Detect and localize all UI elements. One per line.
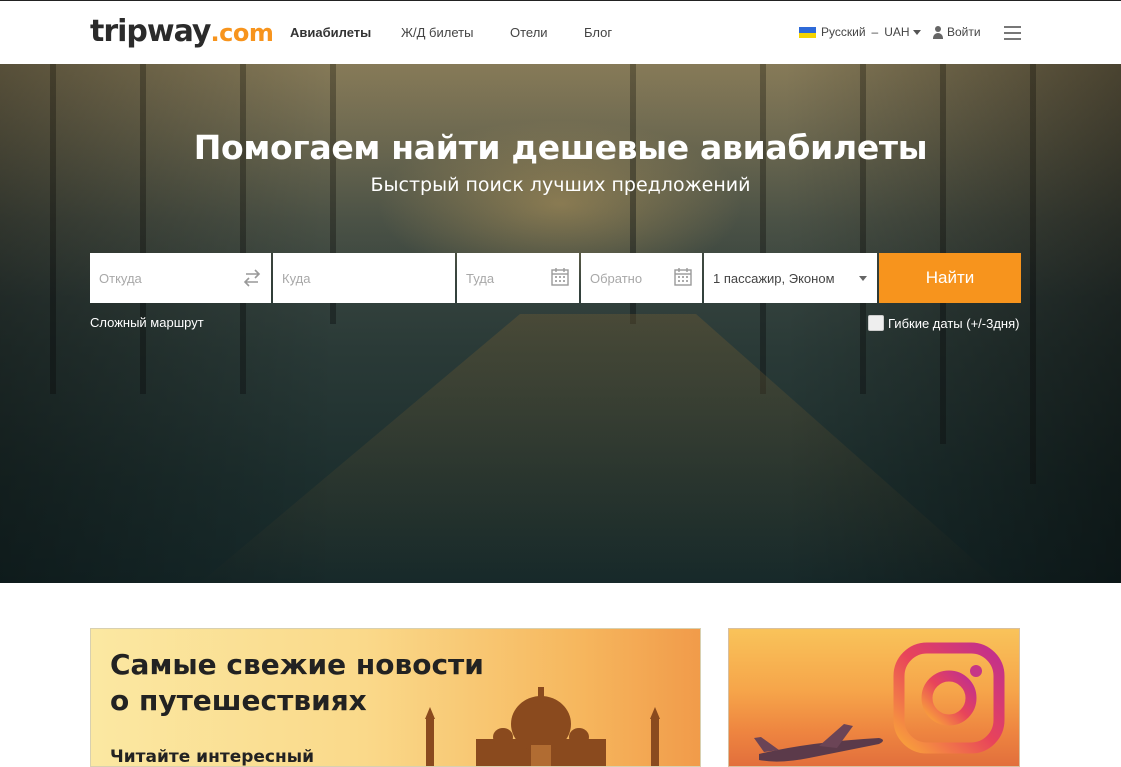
passengers-select[interactable]: 1 пассажир, Эконом — [704, 253, 877, 303]
locale-selector[interactable]: Русский – UAH — [799, 25, 921, 39]
hero-title: Помогаем найти дешевые авиабилеты — [193, 128, 928, 167]
locale-separator: – — [871, 25, 879, 39]
swap-arrows-icon[interactable] — [243, 268, 261, 288]
hero-section: Помогаем найти дешевые авиабилеты Быстры… — [0, 64, 1121, 583]
flight-search-form: 1 пассажир, Эконом Найти — [90, 253, 1021, 303]
nav-blog[interactable]: Блог — [584, 25, 612, 40]
airplane-illustration — [754, 724, 883, 762]
return-field-wrapper — [581, 253, 702, 303]
flexible-dates-label: Гибкие даты (+/-3дня) — [888, 315, 1020, 331]
news-banner-title: Самые свежие новости о путешествиях — [110, 647, 530, 719]
news-title-line1: Самые свежие новости — [110, 648, 484, 681]
instagram-icon[interactable] — [893, 642, 1005, 754]
nav-flights[interactable]: Авиабилеты — [290, 25, 371, 40]
nav-trains[interactable]: Ж/Д билеты — [401, 25, 473, 40]
flexible-dates-checkbox[interactable] — [868, 315, 884, 331]
login-link[interactable]: Войти — [932, 25, 981, 39]
login-label: Войти — [947, 25, 981, 39]
ukraine-flag-icon — [799, 26, 816, 38]
to-field-wrapper — [273, 253, 455, 303]
calendar-icon[interactable] — [674, 267, 692, 286]
logo-main: tripway — [90, 14, 211, 49]
instagram-banner[interactable] — [728, 628, 1020, 767]
search-button[interactable]: Найти — [879, 253, 1021, 303]
to-input[interactable] — [273, 254, 455, 302]
site-header: tripway.com Авиабилеты Ж/Д билеты Отели … — [0, 0, 1121, 64]
depart-field-wrapper — [457, 253, 579, 303]
news-title-line2: о путешествиях — [110, 684, 367, 717]
passengers-value: 1 пассажир, Эконом — [713, 271, 835, 286]
flexible-dates-option[interactable]: Гибкие даты (+/-3дня) — [868, 315, 1019, 331]
logo[interactable]: tripway.com — [90, 14, 274, 49]
currency-label: UAH — [884, 25, 910, 39]
chevron-down-icon — [859, 276, 867, 281]
news-banner-subtitle: Читайте интересный — [110, 747, 315, 767]
from-field-wrapper — [90, 253, 271, 303]
chevron-down-icon — [912, 29, 921, 35]
calendar-icon[interactable] — [551, 267, 569, 286]
hero-subtitle: Быстрый поиск лучших предложений — [370, 174, 751, 196]
language-label: Русский — [821, 25, 866, 39]
travel-news-banner[interactable]: Самые свежие новости о путешествиях Чита… — [90, 628, 701, 767]
hamburger-menu-icon[interactable] — [1004, 26, 1021, 40]
complex-route-link[interactable]: Сложный маршрут — [90, 315, 204, 330]
user-icon — [932, 25, 944, 39]
nav-hotels[interactable]: Отели — [510, 25, 548, 40]
logo-tld: .com — [210, 19, 274, 47]
